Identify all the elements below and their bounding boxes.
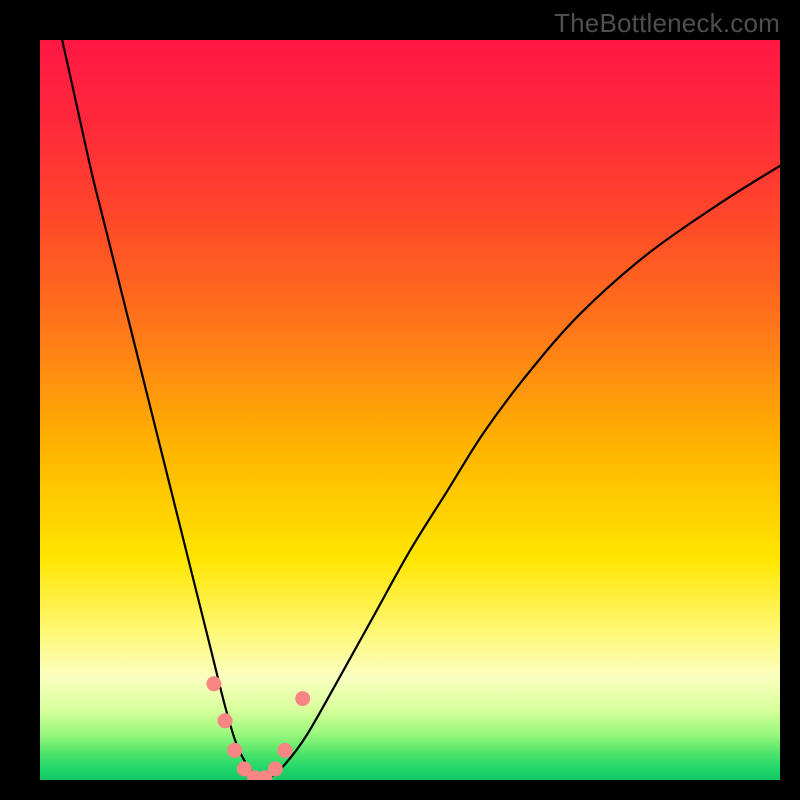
chart-frame: TheBottleneck.com [0, 0, 800, 800]
bottleneck-curve [62, 40, 780, 779]
curve-layer [40, 40, 780, 780]
curve-marker [268, 761, 283, 776]
curve-marker [277, 743, 292, 758]
curve-marker [218, 713, 233, 728]
plot-area [40, 40, 780, 780]
curve-marker [206, 676, 221, 691]
curve-marker [227, 743, 242, 758]
curve-marker [295, 691, 310, 706]
watermark-text: TheBottleneck.com [554, 8, 780, 39]
